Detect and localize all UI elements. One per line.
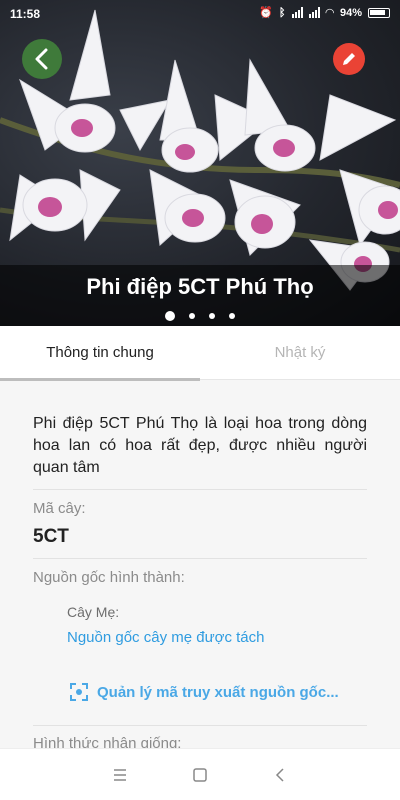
manage-traceability-label: Quản lý mã truy xuất nguồn gốc... bbox=[97, 683, 339, 701]
manage-traceability-button[interactable]: Quản lý mã truy xuất nguồn gốc... bbox=[69, 682, 367, 702]
battery-icon bbox=[368, 7, 390, 18]
back-triangle-icon bbox=[275, 767, 284, 782]
tab-general-info[interactable]: Thông tin chung bbox=[0, 326, 200, 381]
carousel-dot-3[interactable] bbox=[209, 313, 215, 319]
menu-icon bbox=[114, 768, 126, 781]
tab-bar: Thông tin chung Nhật ký bbox=[0, 326, 400, 381]
plant-title: Phi điệp 5CT Phú Thọ bbox=[86, 274, 314, 299]
screen: 11:58 ⏰ ᛒ ◠ 94% Phi điệp 5CT Phú Thọ Thô… bbox=[0, 0, 400, 800]
carousel-indicator bbox=[0, 311, 400, 321]
edit-button[interactable] bbox=[333, 43, 365, 75]
status-icons: ⏰ ᛒ ◠ 94% bbox=[259, 6, 390, 19]
status-bar: 11:58 ⏰ ᛒ ◠ 94% bbox=[0, 0, 400, 28]
carousel-dot-2[interactable] bbox=[189, 313, 195, 319]
mother-plant-link[interactable]: Nguồn gốc cây mẹ được tách bbox=[67, 629, 367, 646]
alarm-icon: ⏰ bbox=[259, 7, 273, 19]
signal-icon-2 bbox=[308, 7, 320, 18]
origin-label: Nguồn gốc hình thành: bbox=[33, 569, 185, 586]
signal-icon bbox=[291, 7, 303, 18]
menu-button[interactable] bbox=[105, 760, 135, 790]
carousel-dot-1[interactable] bbox=[165, 311, 175, 321]
mother-plant-label: Cây Mẹ: bbox=[67, 604, 120, 620]
battery-percent: 94% bbox=[339, 6, 362, 19]
divider bbox=[33, 725, 367, 726]
code-value: 5CT bbox=[33, 526, 69, 547]
back-button[interactable] bbox=[22, 39, 62, 79]
home-square-icon bbox=[193, 767, 207, 782]
system-nav-bar bbox=[0, 748, 400, 800]
divider bbox=[33, 558, 367, 559]
chevron-left-icon bbox=[35, 48, 48, 70]
home-button[interactable] bbox=[185, 760, 215, 790]
nav-back-button[interactable] bbox=[265, 760, 295, 790]
plant-description: Phi điệp 5CT Phú Thọ là loại hoa trong d… bbox=[33, 415, 367, 476]
bluetooth-icon: ᛒ bbox=[278, 6, 286, 19]
divider bbox=[33, 489, 367, 490]
code-label: Mã cây: bbox=[33, 500, 86, 517]
status-time: 11:58 bbox=[10, 7, 41, 21]
hero-image: 11:58 ⏰ ᛒ ◠ 94% Phi điệp 5CT Phú Thọ bbox=[0, 0, 400, 326]
info-panel: Phi điệp 5CT Phú Thọ là loại hoa trong d… bbox=[0, 396, 400, 756]
scan-icon bbox=[70, 683, 88, 701]
tab-journal[interactable]: Nhật ký bbox=[200, 326, 400, 380]
carousel-dot-4[interactable] bbox=[229, 313, 235, 319]
pencil-icon bbox=[343, 53, 355, 65]
wifi-icon: ◠ bbox=[325, 7, 334, 19]
